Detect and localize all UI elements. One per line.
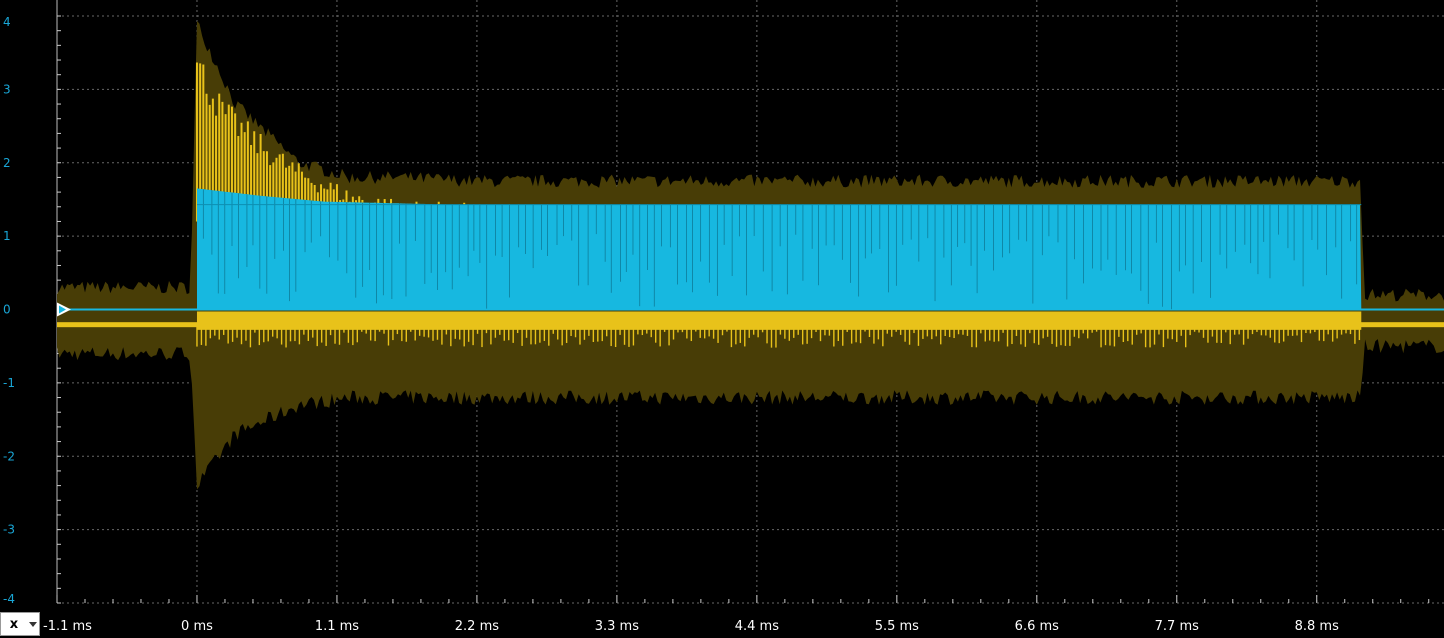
oscilloscope-plot: 4 3 2 1 0 -1 -2 -3 -4 -1.1 ms 0 ms 1.1 ms 2.2 ms 3.3… <box>3 0 1444 634</box>
yellow-burst-band <box>196 311 1362 330</box>
y-tick-label: 4 <box>3 15 11 29</box>
x-tick-label: 3.3 ms <box>595 619 639 634</box>
y-tick-label: 1 <box>3 229 11 243</box>
x-tick-label: 8.8 ms <box>1295 619 1339 634</box>
y-tick-label: -2 <box>3 449 15 463</box>
x-axis-selector[interactable]: x <box>0 612 40 636</box>
x-tick-label: 0 ms <box>181 619 213 634</box>
x-tick-label: -1.1 ms <box>43 619 92 634</box>
x-axis-selector-label: x <box>9 616 19 632</box>
x-tick-label: 4.4 ms <box>735 619 779 634</box>
x-tick-label: 6.6 ms <box>1015 619 1059 634</box>
y-tick-label: 2 <box>3 156 11 170</box>
x-tick-label: 7.7 ms <box>1155 619 1199 634</box>
x-tick-label: 5.5 ms <box>875 619 919 634</box>
blue-channel-trace <box>57 188 1444 311</box>
y-axis-tick-labels: 4 3 2 1 0 -1 -2 -3 -4 <box>3 15 15 606</box>
y-tick-label: 3 <box>3 82 11 96</box>
y-tick-label: -1 <box>3 376 15 390</box>
x-tick-label: 1.1 ms <box>315 619 359 634</box>
y-tick-label: -4 <box>3 592 15 606</box>
y-tick-label: -3 <box>3 523 15 537</box>
blue-burst-fill <box>197 188 1362 310</box>
y-tick-label: 0 <box>3 303 11 317</box>
x-tick-label: 2.2 ms <box>455 619 499 634</box>
chevron-down-icon <box>29 621 37 627</box>
x-axis-tick-labels: -1.1 ms 0 ms 1.1 ms 2.2 ms 3.3 ms 4.4 ms 5.5 m… <box>43 619 1339 634</box>
